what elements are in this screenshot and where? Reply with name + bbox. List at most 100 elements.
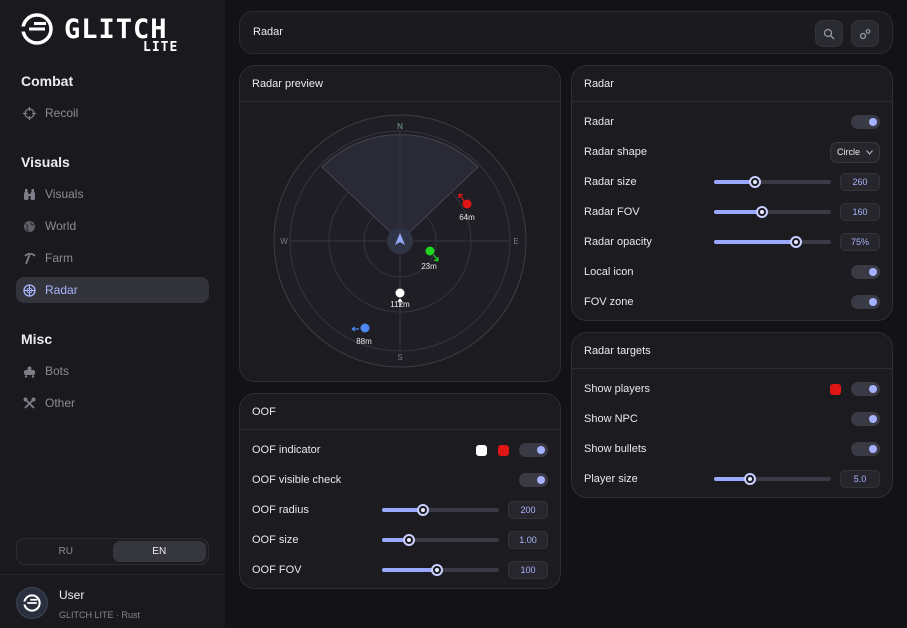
sidebar-item-label: World	[45, 219, 77, 233]
oof-color-swatch-1[interactable]	[476, 444, 487, 456]
globe-icon	[22, 219, 36, 233]
oof-indicator-toggle[interactable]	[519, 443, 548, 457]
sidebar-item-radar[interactable]: Radar	[16, 277, 209, 303]
local-icon-toggle[interactable]	[851, 265, 880, 279]
oof-visible-check-row: OOF visible check	[252, 470, 548, 490]
radar-target-label: 64m	[459, 213, 475, 222]
compass-east: E	[513, 237, 518, 246]
sidebar-item-label: Radar	[45, 283, 78, 297]
panel-title: OOF	[240, 394, 560, 430]
user-name: User	[59, 588, 85, 602]
slider-thumb[interactable]	[402, 534, 415, 546]
sidebar-item-label: Farm	[45, 251, 73, 265]
slider-thumb[interactable]	[789, 236, 802, 248]
oof-radius-slider[interactable]	[382, 500, 499, 520]
show-bullets-toggle[interactable]	[851, 442, 880, 456]
players-color-swatch[interactable]	[830, 383, 841, 395]
oof-indicator-row: OOF indicator	[252, 440, 548, 460]
language-option-ru[interactable]: RU	[19, 541, 113, 562]
setting-label: Radar	[584, 116, 614, 128]
oof-fov-slider[interactable]	[382, 560, 499, 580]
avatar	[16, 587, 48, 619]
fov-zone-toggle[interactable]	[851, 295, 880, 309]
oof-radius-value[interactable]: 200	[508, 501, 548, 519]
sidebar-item-other[interactable]: Other	[16, 390, 209, 416]
slider-thumb[interactable]	[430, 564, 443, 576]
slider-thumb[interactable]	[748, 176, 761, 188]
show-npc-toggle[interactable]	[851, 412, 880, 426]
radar-opacity-value[interactable]: 75%	[840, 233, 880, 251]
chevron-down-icon	[866, 149, 873, 155]
radar-target-label: 112m	[390, 300, 410, 309]
user-subtitle: GLITCH LITE · Rust	[59, 610, 141, 620]
panel-title: Radar	[572, 66, 892, 102]
settings-icon	[859, 28, 871, 39]
radar-shape-select[interactable]: Circle	[830, 141, 880, 163]
radar-target	[425, 246, 435, 256]
setting-label: OOF visible check	[252, 474, 342, 486]
sidebar-item-world[interactable]: World	[16, 213, 209, 239]
radar-preview-panel: Radar preview N S E W 64m 23m 112m 88m	[239, 65, 561, 382]
panel-title: Radar targets	[572, 333, 892, 369]
radar-target	[462, 199, 472, 209]
radar-size-row: Radar size 260	[584, 172, 880, 192]
compass-south: S	[397, 353, 402, 362]
setting-label: OOF FOV	[252, 564, 302, 576]
oof-radius-row: OOF radius 200	[252, 500, 548, 520]
sidebar-item-bots[interactable]: Bots	[16, 358, 209, 384]
setting-label: Show NPC	[584, 413, 638, 425]
radar-fov-slider[interactable]	[714, 202, 831, 222]
settings-button[interactable]	[851, 20, 879, 47]
sidebar: GLITCH LITE Combat Recoil Visuals Visual…	[0, 0, 225, 628]
slider-thumb[interactable]	[416, 504, 429, 516]
fov-zone-row: FOV zone	[584, 292, 880, 312]
sidebar-item-label: Bots	[45, 364, 70, 378]
search-icon	[823, 28, 835, 39]
radar-icon	[22, 283, 36, 297]
show-players-toggle[interactable]	[851, 382, 880, 396]
tools-icon	[22, 396, 36, 410]
radar-targets-panel: Radar targets Show players Show NPC Show…	[571, 332, 893, 498]
player-size-slider[interactable]	[714, 469, 831, 489]
compass-north: N	[397, 122, 403, 131]
setting-label: Radar size	[584, 176, 637, 188]
setting-label: OOF radius	[252, 504, 309, 516]
radar-opacity-slider[interactable]	[714, 232, 831, 252]
radar-size-slider[interactable]	[714, 172, 831, 192]
setting-label: Show bullets	[584, 443, 647, 455]
radar-opacity-row: Radar opacity 75%	[584, 232, 880, 252]
radar-enabled-toggle[interactable]	[851, 115, 880, 129]
setting-label: Radar shape	[584, 146, 647, 158]
app-logo: GLITCH LITE	[20, 12, 190, 58]
language-option-en[interactable]: EN	[112, 541, 206, 562]
radar-shape-row: Radar shape Circle	[584, 141, 880, 163]
oof-visible-check-toggle[interactable]	[519, 473, 548, 487]
oof-color-swatch-2[interactable]	[498, 444, 509, 456]
setting-label: OOF indicator	[252, 444, 321, 456]
page-title: Radar	[253, 26, 283, 38]
radar-fov-value[interactable]: 160	[840, 203, 880, 221]
slider-thumb[interactable]	[755, 206, 768, 218]
oof-size-value[interactable]: 1.00	[508, 531, 548, 549]
language-switcher: RU EN	[16, 538, 209, 565]
setting-label: Radar opacity	[584, 236, 652, 248]
logo-icon	[20, 13, 53, 45]
slider-thumb[interactable]	[744, 473, 757, 485]
search-button[interactable]	[815, 20, 843, 47]
section-title-combat: Combat	[21, 73, 74, 89]
oof-size-slider[interactable]	[382, 530, 499, 550]
setting-label: Radar FOV	[584, 206, 640, 218]
player-size-row: Player size 5.0	[584, 469, 880, 489]
sidebar-item-farm[interactable]: Farm	[16, 245, 209, 271]
sidebar-item-visuals[interactable]: Visuals	[16, 181, 209, 207]
top-bar: Radar	[239, 11, 893, 54]
radar-fov-row: Radar FOV 160	[584, 202, 880, 222]
radar-target-label: 88m	[356, 337, 372, 346]
player-size-value[interactable]: 5.0	[840, 470, 880, 488]
radar-size-value[interactable]: 260	[840, 173, 880, 191]
oof-fov-row: OOF FOV 100	[252, 560, 548, 580]
oof-fov-value[interactable]: 100	[508, 561, 548, 579]
pickaxe-icon	[22, 251, 36, 265]
logo-edition: LITE	[143, 40, 179, 55]
sidebar-item-recoil[interactable]: Recoil	[16, 100, 209, 126]
